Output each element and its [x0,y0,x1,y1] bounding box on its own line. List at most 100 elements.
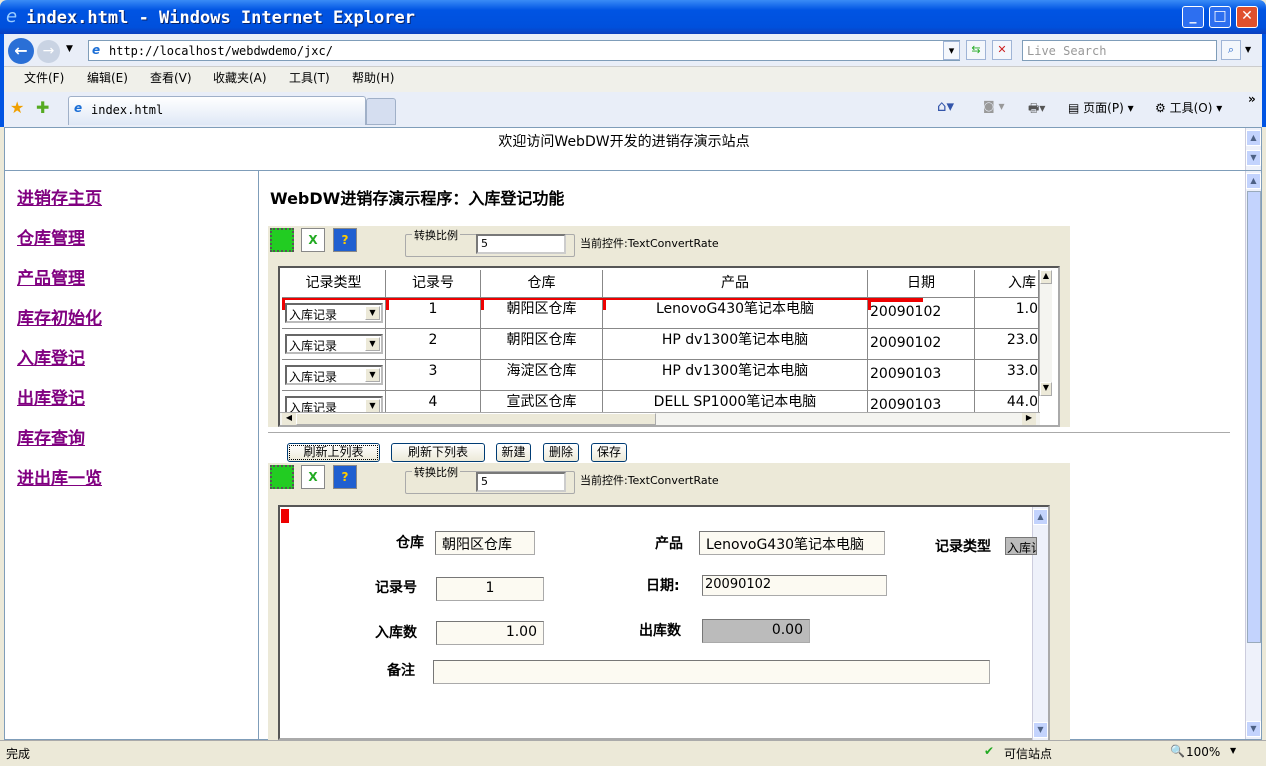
row-indicator [281,509,289,523]
column-header[interactable]: 入库 [975,270,1039,298]
zoom-dropdown-icon[interactable]: ▼ [1230,746,1236,755]
menu-edit[interactable]: 编辑(E) [87,69,128,86]
refresh-icon[interactable]: ⇆ [966,40,986,60]
search-input[interactable]: Live Search [1022,40,1217,61]
refresh-lower-button[interactable]: 刷新下列表 [391,443,485,462]
grid-cell-no[interactable]: 1 [386,298,481,329]
nav-warehouse[interactable]: 仓库管理 [17,224,85,249]
feeds-icon[interactable]: ◙ ▾ [983,99,1004,113]
rate-input[interactable]: 5 [476,234,566,254]
grid-vertical-scrollbar[interactable] [1039,270,1052,396]
menu-view[interactable]: 查看(V) [150,69,192,86]
grid-cell-in[interactable]: 23.0 [975,329,1039,360]
menu-file[interactable]: 文件(F) [24,69,64,86]
product-field[interactable]: LenovoG430笔记本电脑 [699,531,885,555]
record-no-field[interactable]: 1 [436,577,544,601]
scroll-up-icon[interactable]: ▲ [1040,270,1052,284]
search-options-icon[interactable]: ▼ [1245,45,1251,54]
search-icon[interactable]: ⌕ [1221,40,1241,60]
nav-inout-list[interactable]: 进出库一览 [17,464,102,489]
grid-cell-product[interactable]: HP dv1300笔记本电脑 [603,360,868,391]
delete-button[interactable]: 删除 [543,443,579,462]
scroll-down-icon[interactable]: ▼ [1040,382,1052,396]
record-type-select[interactable]: 入库记录 ▼ [285,365,383,385]
dropdown-arrow-icon[interactable]: ▼ [365,399,380,413]
grid-cell-product[interactable]: HP dv1300笔记本电脑 [603,329,868,360]
search-placeholder: Live Search [1027,44,1107,58]
record-type-field[interactable]: 入库记 [1005,537,1037,555]
in-qty-field[interactable]: 1.00 [436,621,544,645]
minimize-button[interactable]: _ [1182,6,1204,28]
help-icon[interactable]: ? [333,228,357,252]
scroll-left-icon[interactable]: ◀ [282,413,296,425]
column-header[interactable]: 日期 [868,270,975,298]
page-menu[interactable]: ▤ 页面(P) ▾ [1068,99,1134,116]
save-button[interactable]: 保存 [591,443,627,462]
zoom-icon[interactable]: 🔍 [1170,744,1185,758]
nav-home[interactable]: 进销存主页 [17,184,102,209]
horizontal-scroll-thumb[interactable] [296,413,656,425]
warehouse-field[interactable]: 朝阳区仓库 [435,531,535,555]
grid-cell-in[interactable]: 33.0 [975,360,1039,391]
note-field[interactable] [433,660,990,684]
nav-stock-query[interactable]: 库存查询 [17,424,85,449]
new-button[interactable]: 新建 [496,443,531,462]
chevron-more-icon[interactable]: » [1248,92,1256,106]
print-icon[interactable]: 🖶▾ [1028,99,1045,120]
nav-product[interactable]: 产品管理 [17,264,85,289]
scroll-thumb[interactable] [1247,191,1261,643]
new-tab-button[interactable] [366,98,396,125]
tab-index[interactable]: index.html [68,96,366,125]
grid-cell-no[interactable]: 2 [386,329,481,360]
dropdown-arrow-icon[interactable]: ▼ [365,368,380,382]
grid-cell-warehouse[interactable]: 海淀区仓库 [481,360,603,391]
maximize-button[interactable]: □ [1209,6,1231,28]
record-type-select[interactable]: 入库记录 ▼ [285,303,383,323]
database-icon[interactable] [270,465,294,489]
grid-cell-no[interactable]: 3 [386,360,481,391]
date-field[interactable]: 20090102 [702,575,887,596]
grid-cell-date[interactable]: 20090102 [868,298,975,329]
add-favorite-icon[interactable]: ✚ [36,98,49,117]
rate-input[interactable]: 5 [476,472,566,492]
tools-menu[interactable]: ⚙ 工具(O) ▾ [1155,99,1222,116]
favorites-star-icon[interactable]: ★ [10,98,24,117]
dropdown-arrow-icon[interactable]: ▼ [365,306,380,320]
back-icon[interactable]: ← [8,38,34,64]
top-frame-scrollbar[interactable]: ▲ ▼ [1245,128,1261,170]
database-icon[interactable] [270,228,294,252]
column-header[interactable]: 记录类型 [282,270,386,298]
column-header[interactable]: 记录号 [386,270,481,298]
address-bar[interactable]: http://localhost/webdwdemo/jxc/ [88,40,960,61]
menu-favorites[interactable]: 收藏夹(A) [213,69,267,86]
grid-cell-in[interactable]: 1.0 [975,298,1039,329]
main-scrollbar[interactable]: ▲ ▼ [1245,171,1261,739]
grid-cell-warehouse[interactable]: 朝阳区仓库 [481,329,603,360]
column-header[interactable]: 产品 [603,270,868,298]
grid-cell-product[interactable]: LenovoG430笔记本电脑 [603,298,868,329]
home-icon[interactable]: ⌂▾ [937,97,954,115]
excel-icon[interactable]: X [301,228,325,252]
forward-icon[interactable]: → [37,40,60,63]
grid-cell-date[interactable]: 20090103 [868,360,975,391]
nav-stock-in[interactable]: 入库登记 [17,344,85,369]
grid-cell-warehouse[interactable]: 朝阳区仓库 [481,298,603,329]
zoom-level[interactable]: 100% [1186,745,1220,759]
nav-stock-out[interactable]: 出库登记 [17,384,85,409]
column-header[interactable]: 仓库 [481,270,603,298]
menu-help[interactable]: 帮助(H) [352,69,394,86]
grid-cell-date[interactable]: 20090102 [868,329,975,360]
excel-icon[interactable]: X [301,465,325,489]
close-button[interactable]: ✕ [1236,6,1258,28]
history-dropdown-icon[interactable]: ▼ [66,44,73,54]
stop-icon[interactable]: ✕ [992,40,1012,60]
nav-stock-init[interactable]: 库存初始化 [17,304,102,329]
refresh-upper-button[interactable]: 刷新上列表 [287,443,380,462]
address-dropdown-icon[interactable]: ▾ [943,41,960,60]
help-icon[interactable]: ? [333,465,357,489]
record-type-select[interactable]: 入库记录 ▼ [285,334,383,354]
scroll-right-icon[interactable]: ▶ [1022,413,1036,425]
dropdown-arrow-icon[interactable]: ▼ [365,337,380,351]
zone-text: 可信站点 [1004,747,1053,761]
menu-tools[interactable]: 工具(T) [289,69,330,86]
